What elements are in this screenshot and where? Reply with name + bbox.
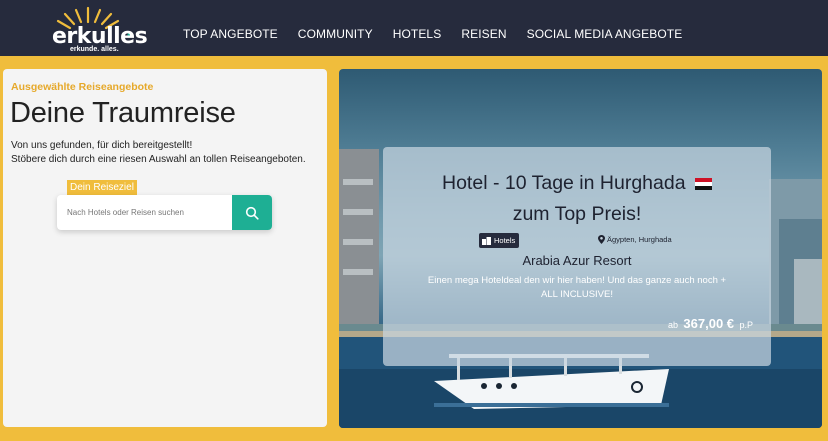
intro-text: Von uns gefunden, für dich bereitgestell… (11, 139, 306, 167)
price-suffix: p.P (739, 320, 753, 330)
search-box (57, 195, 272, 230)
section-eyebrow: Ausgewählte Reiseangebote (11, 81, 154, 93)
location-text: Ägypten, Hurghada (607, 235, 672, 244)
price-value: 367,00 € (683, 316, 735, 331)
search-input[interactable] (67, 195, 227, 230)
price-prefix: ab (667, 320, 678, 330)
page-title: Deine Traumreise (10, 97, 236, 129)
nav-top-angebote[interactable]: TOP ANGEBOTE (183, 27, 278, 41)
main-nav: TOP ANGEBOTE COMMUNITY HOTELS REISEN SOC… (183, 27, 702, 41)
offer-card[interactable]: Hotel - 10 Tage in Hurghada zum Top Prei… (383, 147, 771, 366)
top-navigation-bar: erkulles erkunde. alles. TOP ANGEBOTE CO… (0, 0, 828, 56)
building-icon (482, 236, 491, 245)
offer-title-line-2: zum Top Preis! (512, 203, 642, 225)
category-label: Hotels (494, 236, 516, 245)
offer-description: Einen mega Hoteldeal den wir hier haben!… (427, 275, 727, 300)
search-button[interactable] (232, 195, 272, 230)
bottom-stripe (0, 434, 828, 441)
destination-label: Dein Reiseziel (67, 180, 137, 196)
search-icon (245, 206, 259, 220)
nav-social-media-angebote[interactable]: SOCIAL MEDIA ANGEBOTE (527, 27, 683, 41)
featured-offer-hero[interactable]: Hotel - 10 Tage in Hurghada zum Top Prei… (339, 69, 822, 428)
offer-title-line-1: Hotel - 10 Tage in Hurghada (442, 172, 686, 194)
category-badge[interactable]: Hotels (479, 233, 520, 248)
map-pin-icon (598, 235, 605, 244)
intro-line-2: Stöbere dich durch eine riesen Auswahl a… (11, 154, 306, 165)
offer-title[interactable]: Hotel - 10 Tage in Hurghada zum Top Prei… (383, 168, 771, 230)
nav-hotels[interactable]: HOTELS (393, 27, 442, 41)
price: ab 367,00 € p.P (668, 315, 753, 333)
egypt-flag-icon (694, 178, 712, 190)
logo-tagline: erkunde. alles. (70, 46, 119, 53)
intro-line-1: Von uns gefunden, für dich bereitgestell… (11, 140, 193, 151)
location-tag: Ägypten, Hurghada (598, 235, 672, 244)
erkulles-logo[interactable]: erkulles erkunde. alles. (44, 2, 148, 56)
intro-card: Ausgewählte Reiseangebote Deine Traumrei… (3, 69, 327, 427)
hotel-name: Arabia Azur Resort (522, 253, 632, 268)
nav-reisen[interactable]: REISEN (461, 27, 506, 41)
nav-community[interactable]: COMMUNITY (298, 27, 373, 41)
